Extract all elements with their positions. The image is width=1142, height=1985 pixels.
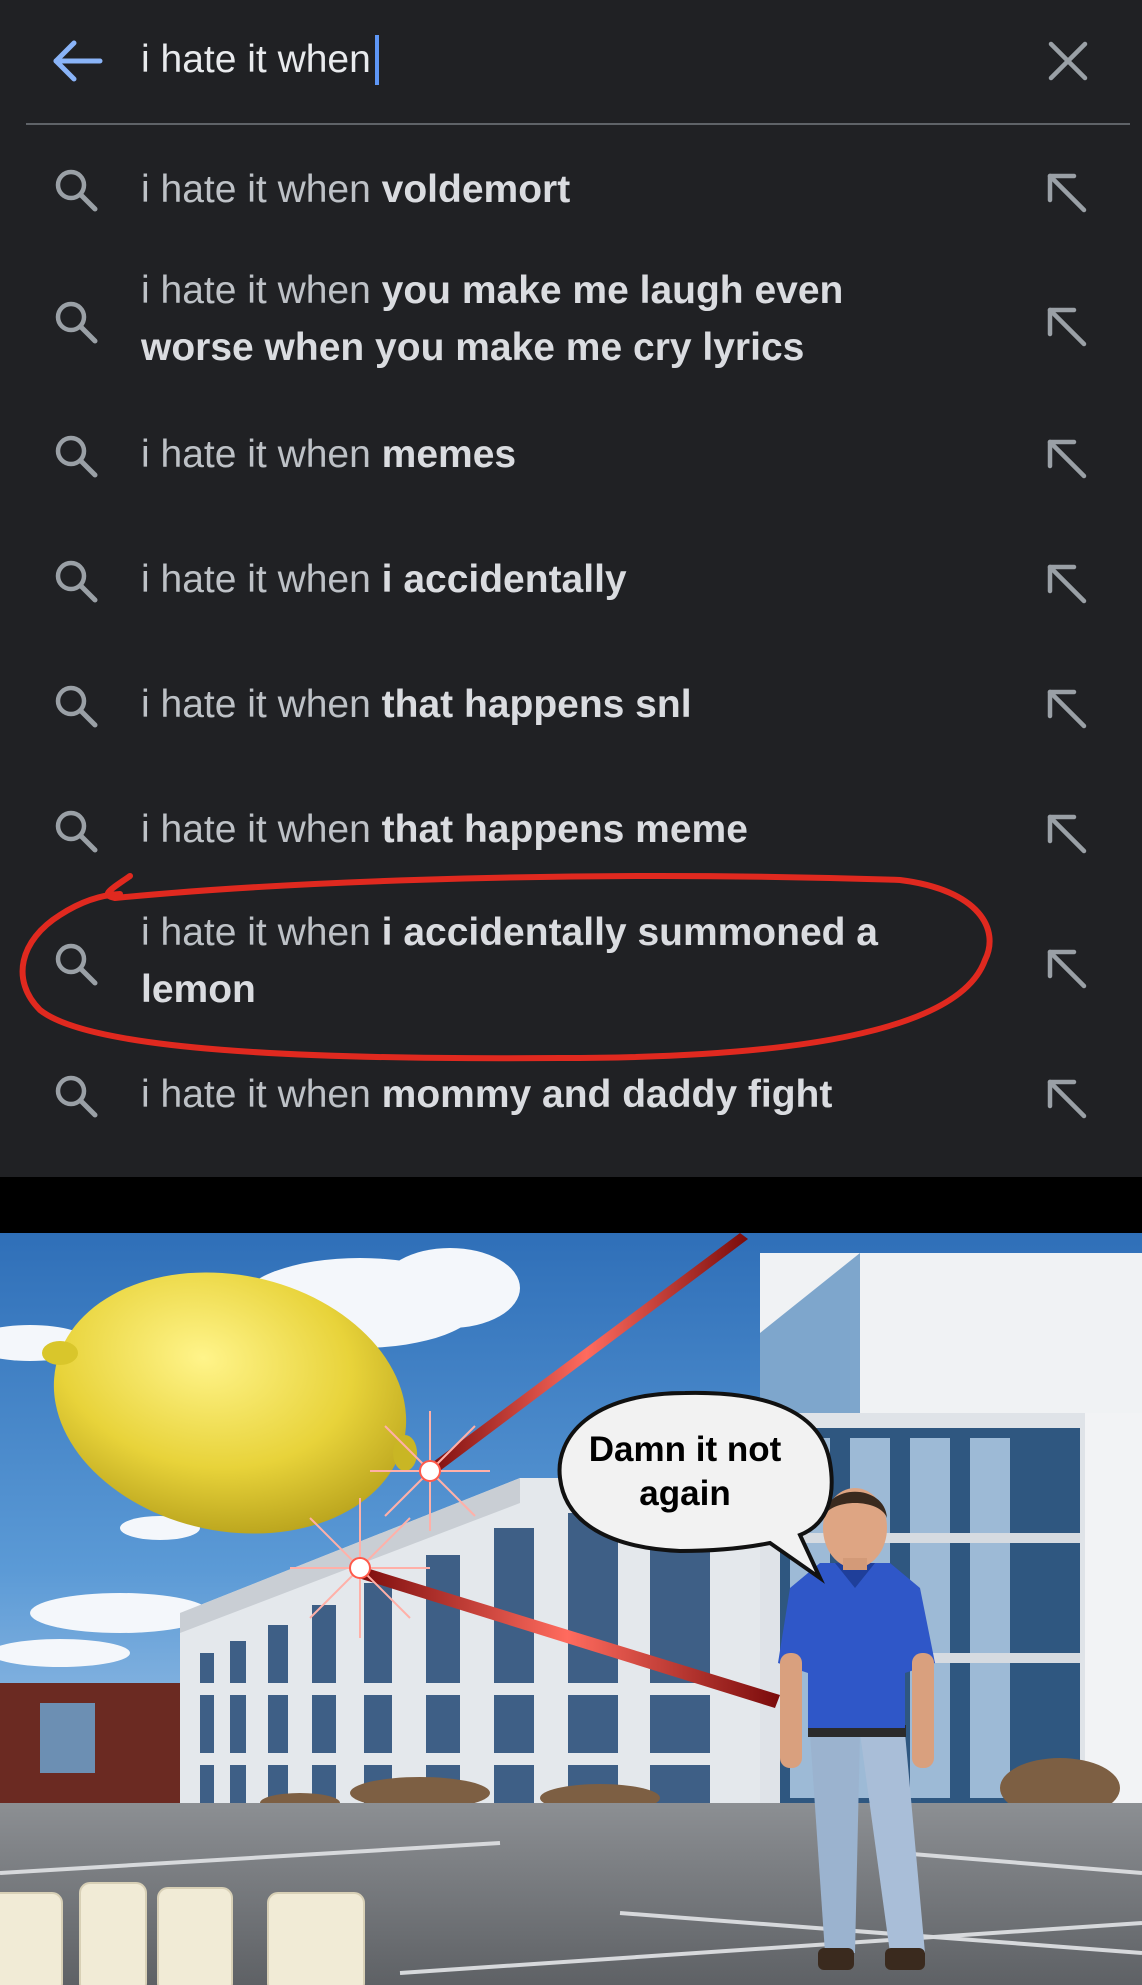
arrow-up-left-icon[interactable] bbox=[1040, 1072, 1092, 1124]
speech-line-2: again bbox=[639, 1474, 730, 1513]
search-icon bbox=[55, 810, 98, 853]
suggestion-prefix: i hate it when bbox=[141, 911, 382, 954]
suggestion-item[interactable]: i hate it when voldemort bbox=[0, 155, 1142, 225]
suggestion-completion: that happens snl bbox=[381, 683, 692, 726]
arrow-up-left-icon[interactable] bbox=[1040, 557, 1092, 609]
suggestion-prefix: i hate it when bbox=[141, 433, 382, 476]
suggestion-label: i hate it when mommy and daddy fight bbox=[141, 1066, 961, 1123]
suggestion-label: i hate it when memes bbox=[141, 426, 961, 483]
search-suggestions-panel: i hate it when i hate it when voldemort … bbox=[0, 0, 1142, 1177]
search-icon bbox=[55, 169, 98, 212]
suggestion-label: i hate it when i accidentally summoned a… bbox=[141, 904, 961, 1018]
suggestion-label: i hate it when i accidentally bbox=[141, 551, 961, 608]
suggestion-prefix: i hate it when bbox=[141, 683, 382, 726]
speech-line-1: Damn it not bbox=[589, 1430, 782, 1469]
suggestion-label: i hate it when you make me laugh even wo… bbox=[141, 262, 961, 376]
search-icon bbox=[55, 560, 98, 603]
meme-scene: Damn it not again bbox=[0, 1233, 1142, 1985]
arrow-up-left-icon[interactable] bbox=[1040, 166, 1092, 218]
suggestion-item[interactable]: i hate it when that happens meme bbox=[0, 795, 1142, 865]
search-input[interactable]: i hate it when bbox=[141, 32, 379, 88]
suggestion-completion: mommy and daddy fight bbox=[381, 1073, 833, 1116]
arrow-up-left-icon[interactable] bbox=[1040, 682, 1092, 734]
suggestion-item[interactable]: i hate it when mommy and daddy fight bbox=[0, 1060, 1142, 1130]
suggestion-item[interactable]: i hate it when memes bbox=[0, 420, 1142, 490]
suggestion-prefix: i hate it when bbox=[141, 808, 382, 851]
meme-image: Damn it not again bbox=[0, 1233, 1142, 1985]
arrow-left-icon bbox=[53, 40, 103, 82]
suggestion-prefix: i hate it when bbox=[141, 269, 382, 312]
search-icon bbox=[55, 943, 98, 986]
suggestion-item[interactable]: i hate it when you make me laugh even wo… bbox=[0, 262, 1142, 382]
arrow-up-left-icon[interactable] bbox=[1040, 807, 1092, 859]
search-icon bbox=[55, 301, 98, 344]
suggestion-completion: i accidentally bbox=[381, 558, 627, 601]
back-button[interactable] bbox=[50, 36, 106, 86]
search-query-text: i hate it when bbox=[141, 38, 371, 81]
suggestion-prefix: i hate it when bbox=[141, 558, 382, 601]
search-icon bbox=[55, 435, 98, 478]
suggestion-item[interactable]: i hate it when i accidentally bbox=[0, 545, 1142, 615]
suggestion-prefix: i hate it when bbox=[141, 168, 382, 211]
search-icon bbox=[55, 685, 98, 728]
search-icon bbox=[55, 1075, 98, 1118]
clear-search-button[interactable] bbox=[1045, 38, 1091, 84]
suggestion-label: i hate it when that happens meme bbox=[141, 801, 961, 858]
text-cursor bbox=[374, 35, 379, 85]
search-bar-divider bbox=[26, 123, 1130, 125]
suggestion-completion: voldemort bbox=[381, 168, 571, 211]
arrow-up-left-icon[interactable] bbox=[1040, 432, 1092, 484]
arrow-up-left-icon[interactable] bbox=[1040, 942, 1092, 994]
arrow-up-left-icon[interactable] bbox=[1040, 300, 1092, 352]
suggestion-label: i hate it when that happens snl bbox=[141, 676, 961, 733]
suggestion-completion: that happens meme bbox=[381, 808, 748, 851]
suggestion-completion: memes bbox=[381, 433, 517, 476]
suggestion-label: i hate it when voldemort bbox=[141, 161, 961, 218]
close-icon bbox=[1048, 41, 1088, 81]
candles bbox=[0, 1882, 365, 1985]
suggestion-item[interactable]: i hate it when that happens snl bbox=[0, 670, 1142, 740]
suggestion-prefix: i hate it when bbox=[141, 1073, 382, 1116]
suggestion-item-highlighted[interactable]: i hate it when i accidentally summoned a… bbox=[0, 904, 1142, 1024]
search-bar: i hate it when bbox=[0, 0, 1142, 124]
